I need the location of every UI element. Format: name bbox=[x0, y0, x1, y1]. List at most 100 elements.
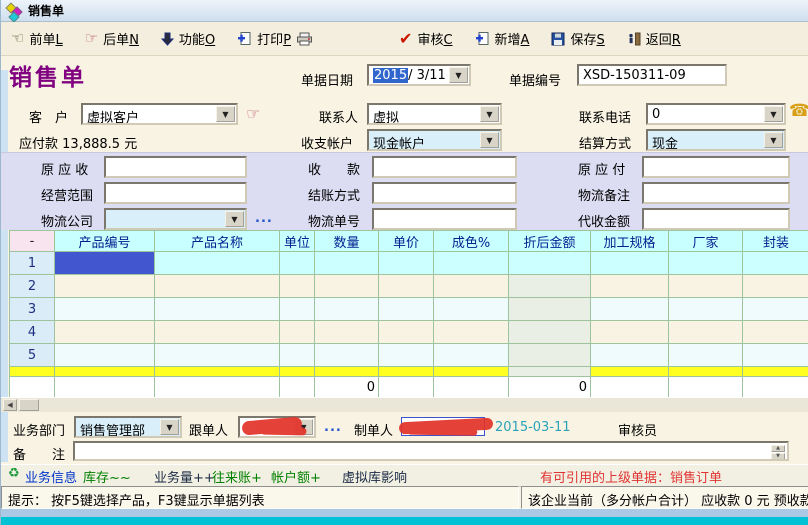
collect-amount-input[interactable] bbox=[642, 208, 790, 230]
grid-cell[interactable] bbox=[434, 344, 509, 367]
grid-cell[interactable] bbox=[280, 344, 315, 367]
grid-cell[interactable] bbox=[509, 298, 591, 321]
date-combobox[interactable]: 2015/ 3/11 ▼ bbox=[367, 64, 471, 86]
grid-cell[interactable] bbox=[669, 252, 743, 275]
grid-cell[interactable] bbox=[434, 275, 509, 298]
grid-cell[interactable] bbox=[379, 252, 434, 275]
grid-cell[interactable] bbox=[315, 298, 379, 321]
logistics-note-input[interactable] bbox=[642, 182, 790, 204]
grid-cell[interactable] bbox=[379, 298, 434, 321]
biz-scope-input[interactable] bbox=[104, 182, 247, 204]
grid-horizontal-scrollbar[interactable]: ◀ bbox=[1, 397, 808, 412]
balance-link[interactable]: 帐户额+ bbox=[271, 467, 321, 486]
grid-cell[interactable] bbox=[155, 367, 280, 377]
grid-cell[interactable] bbox=[591, 321, 669, 344]
grid-cell[interactable] bbox=[669, 367, 743, 377]
grid-cell[interactable] bbox=[591, 344, 669, 367]
grid-cell-selected[interactable] bbox=[55, 252, 155, 275]
grid-cell[interactable] bbox=[743, 275, 808, 298]
grid-cell[interactable] bbox=[743, 321, 808, 344]
grid-cell[interactable] bbox=[315, 252, 379, 275]
grid-cell[interactable] bbox=[591, 367, 669, 377]
grid-cell[interactable] bbox=[55, 298, 155, 321]
spinner-up-icon[interactable]: ▲ bbox=[771, 445, 785, 452]
grid-cell[interactable] bbox=[379, 275, 434, 298]
grid-cell[interactable] bbox=[379, 367, 434, 377]
grid-cell[interactable] bbox=[591, 252, 669, 275]
grid-cell[interactable] bbox=[55, 344, 155, 367]
grid-row-number[interactable]: 3 bbox=[10, 298, 55, 321]
grid-row-number[interactable]: 4 bbox=[10, 321, 55, 344]
grid-cell[interactable] bbox=[55, 275, 155, 298]
grid-cell[interactable] bbox=[509, 252, 591, 275]
grid-cell[interactable] bbox=[434, 298, 509, 321]
grid-cell[interactable] bbox=[280, 367, 315, 377]
receipt-input[interactable] bbox=[372, 156, 517, 178]
audit-button[interactable]: ✔ 审核C bbox=[399, 29, 453, 48]
scroll-left-arrow[interactable]: ◀ bbox=[3, 399, 17, 411]
grid-cell[interactable] bbox=[280, 275, 315, 298]
scroll-thumb[interactable] bbox=[19, 399, 39, 411]
grid-cell[interactable] bbox=[280, 321, 315, 344]
stock-link[interactable]: 库存~~ bbox=[83, 467, 131, 486]
grid-cell[interactable] bbox=[669, 321, 743, 344]
grid-cell[interactable] bbox=[155, 298, 280, 321]
settle-dropdown-arrow[interactable]: ▼ bbox=[764, 132, 783, 148]
grid-cell[interactable] bbox=[379, 321, 434, 344]
grid-cell[interactable] bbox=[434, 321, 509, 344]
doc-no-input[interactable]: XSD-150311-09 bbox=[577, 64, 727, 86]
grid-cell[interactable] bbox=[434, 367, 509, 377]
functions-button[interactable]: 功能O bbox=[161, 29, 215, 48]
grid-cell[interactable] bbox=[591, 275, 669, 298]
volume-link[interactable]: 业务量++ bbox=[154, 467, 215, 486]
grid-cell[interactable] bbox=[155, 321, 280, 344]
back-button[interactable]: 返回R bbox=[627, 29, 681, 48]
grid-cell[interactable] bbox=[155, 344, 280, 367]
grid-cell[interactable] bbox=[743, 367, 808, 377]
phone-combobox[interactable]: 0▼ bbox=[646, 103, 786, 125]
customer-lookup-icon[interactable]: ☞ bbox=[246, 104, 260, 123]
grid-row-number[interactable]: 1 bbox=[10, 252, 55, 275]
grid-cell[interactable] bbox=[591, 298, 669, 321]
grid-row-number[interactable] bbox=[10, 367, 55, 377]
accounts-link[interactable]: 往来账+ bbox=[212, 467, 262, 486]
grid-cell[interactable] bbox=[743, 344, 808, 367]
customer-combobox[interactable]: 虚拟客户▼ bbox=[81, 103, 238, 125]
grid-cell[interactable] bbox=[669, 298, 743, 321]
grid-cell[interactable] bbox=[509, 344, 591, 367]
grid-cell[interactable] bbox=[669, 344, 743, 367]
print-button[interactable]: 打印P bbox=[237, 29, 313, 48]
grid-cell[interactable] bbox=[55, 321, 155, 344]
logistics-co-dropdown-arrow[interactable]: ▼ bbox=[225, 211, 244, 227]
telephone-icon[interactable]: ☎ bbox=[789, 101, 808, 121]
grid-cell[interactable] bbox=[315, 367, 379, 377]
grid-cell[interactable] bbox=[743, 252, 808, 275]
next-order-button[interactable]: ☞ 后单N bbox=[85, 29, 139, 48]
spinner-down-icon[interactable]: ▼ bbox=[771, 453, 785, 460]
grid-cell[interactable] bbox=[280, 252, 315, 275]
account-dropdown-arrow[interactable]: ▼ bbox=[480, 132, 499, 148]
add-new-button[interactable]: 新增A bbox=[475, 29, 530, 48]
grid-row-number[interactable]: 5 bbox=[10, 344, 55, 367]
logistics-co-combobox[interactable]: ▼ bbox=[104, 208, 247, 230]
grid-cell[interactable] bbox=[55, 367, 155, 377]
logistics-co-more-button[interactable]: ... bbox=[255, 211, 273, 226]
settle-combobox[interactable]: 现金▼ bbox=[646, 129, 786, 151]
date-dropdown-arrow[interactable]: ▼ bbox=[449, 67, 468, 83]
orig-receivable-input[interactable] bbox=[104, 156, 247, 178]
logistics-no-input[interactable] bbox=[372, 208, 517, 230]
grid-cell[interactable] bbox=[509, 275, 591, 298]
grid-cell[interactable] bbox=[315, 321, 379, 344]
prev-order-button[interactable]: ☜ 前单L bbox=[11, 29, 63, 48]
grid-cell[interactable] bbox=[743, 298, 808, 321]
grid-cell[interactable] bbox=[315, 344, 379, 367]
phone-dropdown-arrow[interactable]: ▼ bbox=[764, 106, 783, 122]
grid-cell[interactable] bbox=[434, 252, 509, 275]
virtual-stock-link[interactable]: 虚拟库影响 bbox=[342, 467, 407, 486]
dept-dropdown-arrow[interactable]: ▼ bbox=[160, 419, 179, 435]
note-input[interactable]: ▲▼ bbox=[73, 441, 789, 461]
note-spinner[interactable]: ▲▼ bbox=[771, 445, 785, 460]
contact-combobox[interactable]: 虚拟▼ bbox=[367, 103, 502, 125]
settle-method-input[interactable] bbox=[372, 182, 517, 204]
contact-dropdown-arrow[interactable]: ▼ bbox=[480, 106, 499, 122]
